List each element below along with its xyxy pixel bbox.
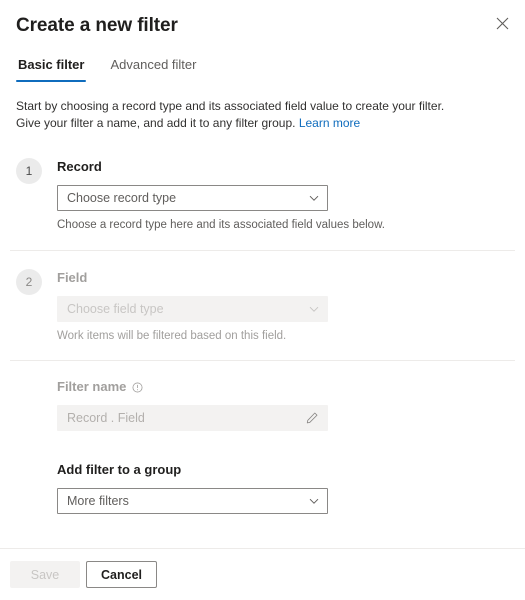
record-type-dropdown[interactable]: Choose record type	[57, 185, 328, 211]
intro-text: Start by choosing a record type and its …	[16, 99, 445, 130]
record-section-label: Record	[57, 159, 102, 174]
info-circle-icon[interactable]	[132, 382, 143, 393]
save-button[interactable]: Save	[10, 561, 80, 588]
pencil-icon[interactable]	[305, 411, 319, 425]
chevron-down-icon	[308, 495, 320, 507]
footer-actions: Save Cancel	[0, 549, 525, 600]
field-section-label: Field	[57, 270, 88, 285]
panel-header: Create a new filter	[0, 0, 525, 38]
step-number-badge-2: 2	[16, 269, 42, 295]
section-record: 1 Record Choose record type Choose a rec…	[0, 158, 525, 233]
divider-field-filtername	[10, 360, 515, 361]
chevron-down-icon	[308, 303, 320, 315]
section-filter-name: Filter name Record . Field	[0, 378, 525, 431]
tab-advanced-filter[interactable]: Advanced filter	[108, 56, 198, 82]
filter-group-dropdown[interactable]: More filters	[57, 488, 328, 514]
filter-name-label: Filter name	[57, 378, 509, 396]
filter-name-input[interactable]: Record . Field	[57, 405, 328, 431]
cancel-button[interactable]: Cancel	[86, 561, 157, 588]
field-section-hint: Work items will be filtered based on thi…	[57, 330, 287, 342]
filter-group-label: Add filter to a group	[57, 462, 182, 477]
filter-name-label-text: Filter name	[57, 379, 127, 394]
intro-description: Start by choosing a record type and its …	[0, 98, 476, 132]
filter-tabs: Basic filter Advanced filter	[0, 52, 525, 82]
page-title: Create a new filter	[16, 15, 178, 36]
record-section-hint: Choose a record type here and its associ…	[57, 219, 385, 231]
field-type-dropdown-value: Choose field type	[67, 302, 164, 316]
chevron-down-icon	[308, 192, 320, 204]
record-type-dropdown-value: Choose record type	[67, 191, 177, 205]
filter-group-dropdown-value: More filters	[67, 494, 129, 508]
divider-record-field	[10, 250, 515, 251]
close-button[interactable]	[487, 8, 517, 38]
filter-name-input-placeholder: Record . Field	[67, 411, 145, 425]
close-icon	[496, 17, 509, 30]
step-number-badge-1: 1	[16, 158, 42, 184]
learn-more-link[interactable]: Learn more	[299, 116, 360, 130]
field-type-dropdown[interactable]: Choose field type	[57, 296, 328, 322]
section-field: 2 Field Choose field type Work items wil…	[0, 269, 525, 344]
section-filter-group: Add filter to a group More filters	[0, 461, 525, 514]
tab-basic-filter[interactable]: Basic filter	[16, 56, 87, 82]
